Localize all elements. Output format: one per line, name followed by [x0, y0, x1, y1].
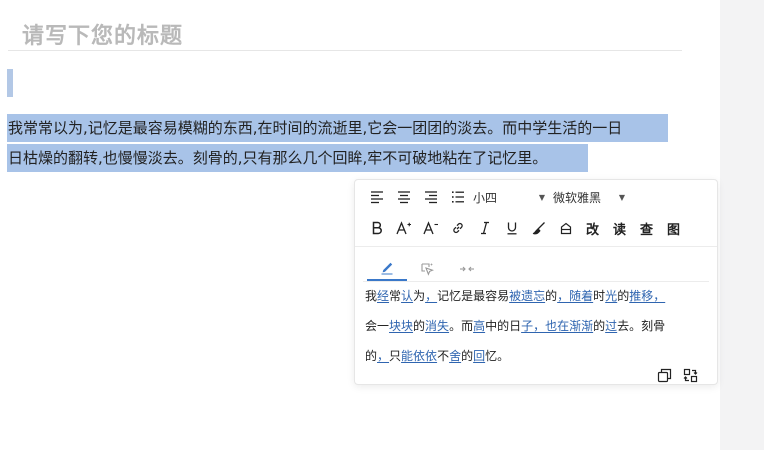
suggested-change[interactable]: 被遗忘: [509, 289, 545, 303]
list-icon: [451, 191, 464, 203]
italic-button[interactable]: [471, 217, 498, 239]
suggested-change[interactable]: 子，也在渐渐: [521, 319, 593, 333]
tab-polish[interactable]: [367, 257, 407, 281]
suggested-change[interactable]: 块块: [389, 319, 413, 333]
brush-button[interactable]: [525, 217, 552, 239]
suggested-change[interactable]: 推移，: [629, 289, 665, 303]
suggestion-text: 去。刻骨: [617, 319, 666, 333]
link-button[interactable]: [444, 217, 471, 239]
font-decrease-icon: [422, 221, 438, 235]
brush-icon: [532, 222, 545, 235]
font-family-value: 微软雅黑: [553, 190, 602, 205]
chevron-down-icon: ▼: [538, 192, 545, 202]
suggestion-text: 的: [617, 289, 630, 303]
font-size-dropdown[interactable]: 小四 ▼: [473, 186, 553, 208]
replace-icon: [683, 368, 697, 382]
suggestion-text: 的: [461, 349, 474, 363]
tab-ai-assist[interactable]: [407, 257, 447, 281]
replace-button[interactable]: [681, 366, 699, 384]
right-gutter: [720, 0, 764, 450]
suggested-change[interactable]: 光: [605, 289, 617, 303]
paragraph-cursor-marker: [7, 69, 13, 97]
align-center-icon: [397, 191, 410, 204]
align-center-button[interactable]: [390, 186, 417, 208]
link-icon: [452, 222, 463, 234]
suggestion-text: 中的日: [485, 319, 522, 333]
suggested-change[interactable]: ，: [377, 349, 389, 363]
suggestion-text: 。而: [449, 319, 474, 333]
pen-icon: [381, 262, 393, 275]
suggestion-text: 忆。: [485, 349, 510, 363]
suggestion-text: 我: [365, 289, 378, 303]
bold-icon: [372, 221, 382, 235]
underline-icon: [507, 222, 516, 235]
selected-text-line-2[interactable]: 日枯燥的翻转,也慢慢淡去。刻骨的,只有那么几个回眸,牢不可破地粘在了记忆里。: [7, 144, 588, 172]
suggested-change[interactable]: 回: [473, 349, 485, 363]
align-right-button[interactable]: [417, 186, 444, 208]
suggestion-text: 的: [365, 349, 378, 363]
italic-icon: [480, 221, 489, 235]
floating-toolbar-popup: 小四 ▼ 微软雅黑 ▼ 改 读 查 图 我经常认为，记忆是最容易被遗忘的，随着时…: [354, 179, 718, 385]
suggested-change[interactable]: ，随着: [557, 289, 593, 303]
doc-title[interactable]: 请写下您的标题: [22, 18, 183, 50]
toolbar-row-1: 小四 ▼ 微软雅黑 ▼: [363, 186, 633, 208]
suggestion-text: 会一: [365, 319, 390, 333]
popup-footer: [655, 366, 699, 384]
selected-text-line-1[interactable]: 我常常以为,记忆是最容易模糊的东西,在时间的流逝里,它会一团团的淡去。而中学生活…: [7, 114, 668, 142]
align-left-button[interactable]: [363, 186, 390, 208]
suggestion-text: 的: [593, 319, 606, 333]
suggestion-text: 常: [389, 289, 402, 303]
suggested-change[interactable]: 认: [401, 289, 413, 303]
suggestion-text: 不: [437, 349, 450, 363]
check-button[interactable]: 查: [633, 217, 660, 239]
eraser-button[interactable]: [552, 217, 579, 239]
bold-button[interactable]: [363, 217, 390, 239]
suggested-change[interactable]: 高: [473, 319, 485, 333]
suggestion-text: 记忆是最容易: [437, 289, 510, 303]
suggestion-text: 只: [389, 349, 402, 363]
toolbar-divider: [355, 246, 717, 247]
copy-icon: [657, 368, 671, 382]
suggested-change[interactable]: 过: [605, 319, 617, 333]
suggestion-text: 的: [545, 289, 558, 303]
copy-button[interactable]: [655, 366, 673, 384]
align-left-icon: [370, 191, 383, 204]
list-button[interactable]: [444, 186, 471, 208]
suggestion-line-3: 的，只能依依不舍的回忆。: [365, 348, 705, 364]
font-increase-icon: [395, 221, 411, 235]
font-decrease-button[interactable]: [417, 217, 444, 239]
tabs-divider: [363, 281, 709, 282]
image-button[interactable]: 图: [660, 217, 687, 239]
suggestion-text: 时: [593, 289, 606, 303]
suggested-change[interactable]: 经: [377, 289, 389, 303]
suggestion-text: 的: [413, 319, 426, 333]
suggested-change[interactable]: 能依依: [401, 349, 437, 363]
suggestion-line-1: 我经常认为，记忆是最容易被遗忘的，随着时光的推移，: [365, 288, 705, 304]
read-button[interactable]: 读: [606, 217, 633, 239]
chevron-down-icon: ▼: [618, 192, 625, 202]
underline-button[interactable]: [498, 217, 525, 239]
suggestion-line-2: 会一块块的消失。而高中的日子，也在渐渐的过去。刻骨: [365, 318, 705, 334]
suggestion-text: 为: [413, 289, 426, 303]
align-right-icon: [424, 191, 437, 204]
font-family-dropdown[interactable]: 微软雅黑 ▼: [553, 186, 633, 208]
suggestion-tabs: [367, 257, 487, 281]
expand-arrows-icon: [460, 266, 474, 272]
font-size-value: 小四: [473, 190, 498, 205]
font-increase-button[interactable]: [390, 217, 417, 239]
suggested-change[interactable]: 舍: [449, 349, 461, 363]
suggested-change[interactable]: ，: [425, 289, 437, 303]
correct-button[interactable]: 改: [579, 217, 606, 239]
eraser-icon: [560, 222, 571, 235]
suggested-change[interactable]: 消失: [425, 319, 449, 333]
toolbar-row-2: 改 读 查 图: [363, 217, 687, 239]
title-divider: [8, 50, 682, 51]
tab-expand[interactable]: [447, 257, 487, 281]
sparkle-cursor-icon: [421, 263, 434, 276]
